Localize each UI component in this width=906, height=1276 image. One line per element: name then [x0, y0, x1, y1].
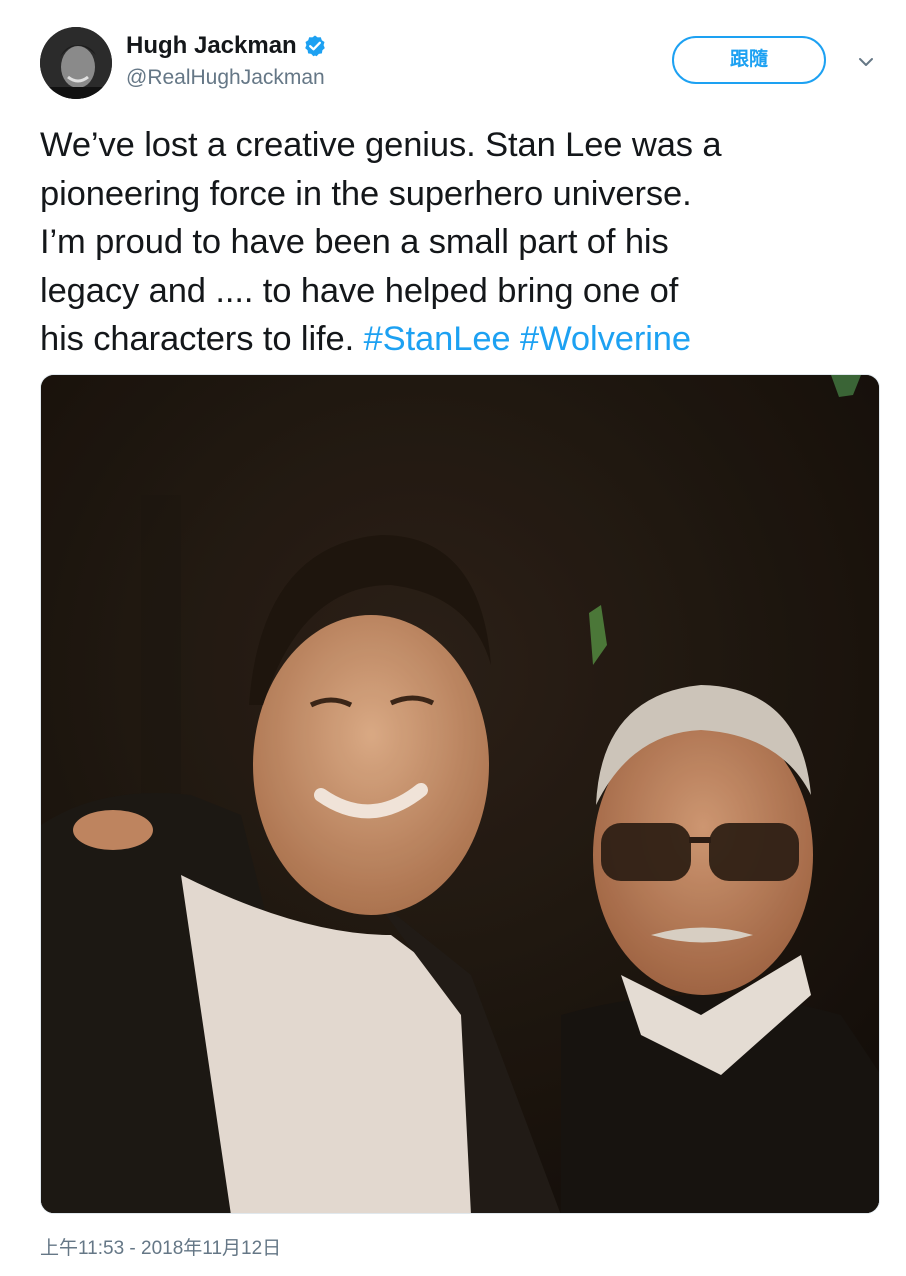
tweet-text-line: pioneering force in the superhero univer…	[40, 174, 692, 213]
verified-badge-icon	[303, 34, 327, 58]
avatar-photo-icon	[40, 27, 112, 99]
author-handle[interactable]: @RealHughJackman	[126, 65, 327, 91]
tweet-text-line: I’m proud to have been a small part of h…	[40, 223, 669, 261]
chevron-down-icon[interactable]	[856, 52, 876, 72]
tweet-text-line: his characters to life.	[40, 320, 364, 358]
tweet-text: We’ve lost a creative genius. Stan Lee w…	[40, 121, 880, 364]
name-row: Hugh Jackman	[126, 31, 327, 61]
display-name[interactable]: Hugh Jackman	[126, 31, 297, 61]
hashtag-link-stanlee[interactable]: #StanLee	[364, 320, 511, 358]
follow-button[interactable]: 跟隨	[672, 36, 826, 84]
tweet-card: Hugh Jackman @RealHughJackman 跟隨 We’ve l…	[0, 0, 906, 1276]
tweet-text-last-line: his characters to life. #StanLee #Wolver…	[40, 315, 880, 364]
tweet-photo[interactable]	[40, 374, 880, 1214]
photo-two-men-icon	[41, 375, 879, 1213]
avatar[interactable]	[40, 27, 112, 99]
tweet-text-line: We’ve lost a creative genius. Stan Lee w…	[40, 126, 722, 164]
tweet-text-line: legacy and .... to have helped bring one…	[40, 271, 679, 310]
tweet-timestamp[interactable]: 上午11:53 - 2018年11月12日	[40, 1236, 281, 1262]
author-block: Hugh Jackman @RealHughJackman	[126, 31, 327, 91]
hashtag-link-wolverine[interactable]: #Wolverine	[520, 320, 691, 358]
